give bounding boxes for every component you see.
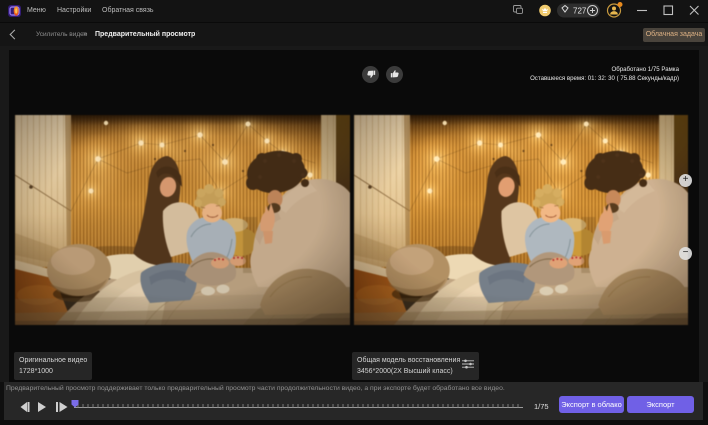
svg-text:727: 727	[573, 7, 587, 16]
